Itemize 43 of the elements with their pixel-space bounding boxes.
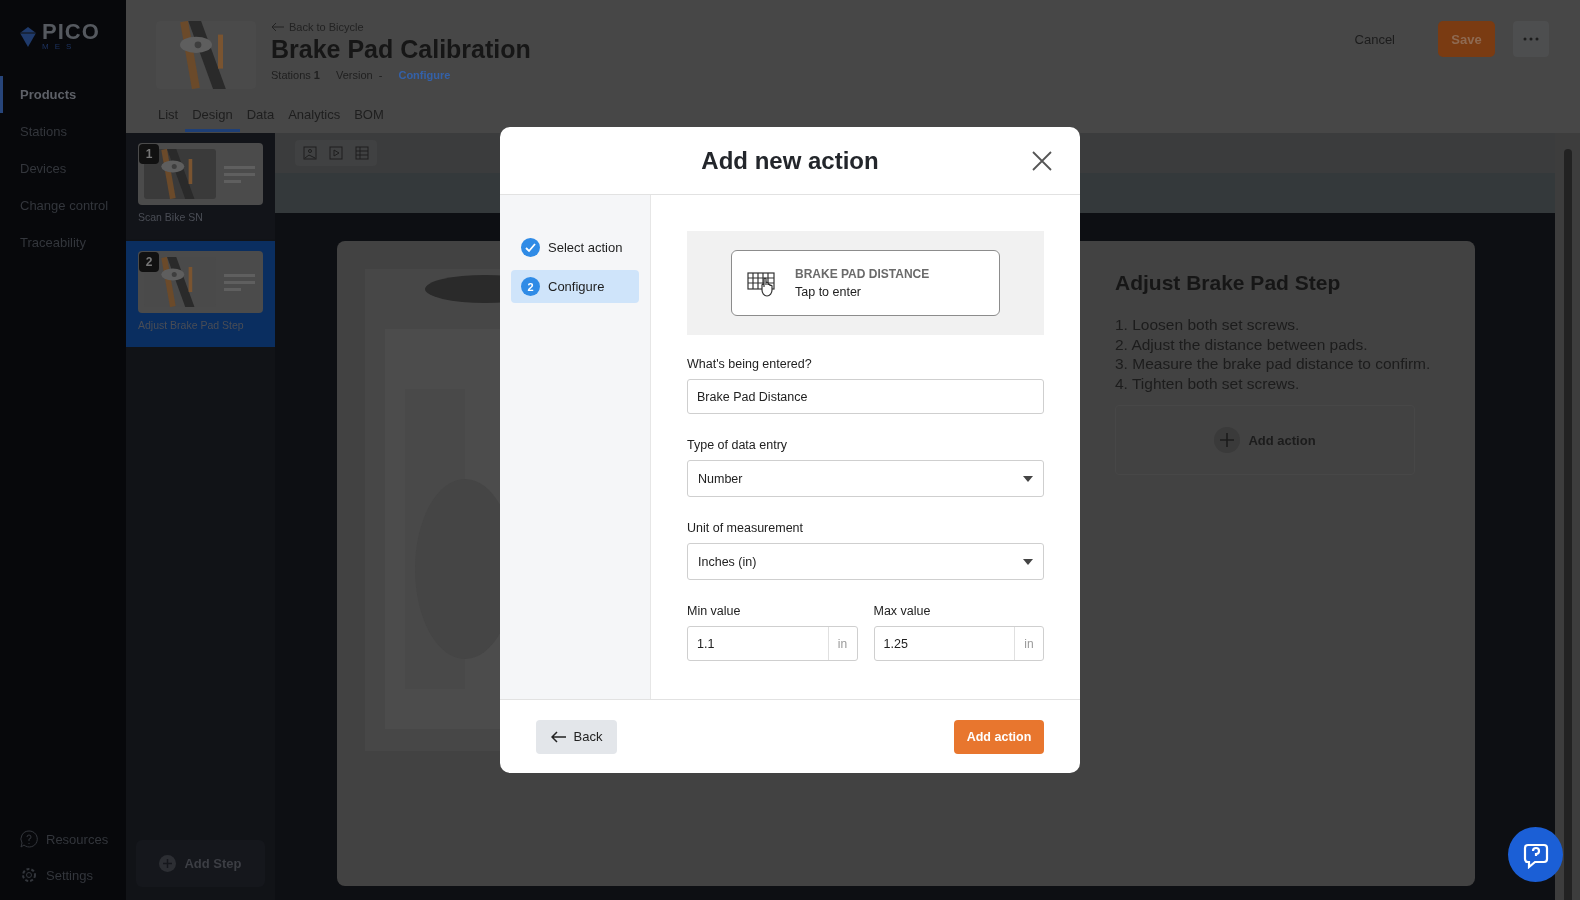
- stepper-item[interactable]: Select action: [511, 231, 639, 264]
- add-action-button[interactable]: Add action: [954, 719, 1044, 754]
- field-label: Min value: [687, 604, 742, 618]
- field-label: Type of data entry: [687, 438, 789, 452]
- more-icon: [1523, 37, 1539, 41]
- logo-name: PICO: [42, 19, 100, 44]
- field-label: Max value: [873, 604, 932, 618]
- step-number: 2: [139, 252, 159, 272]
- step-item[interactable]: 2 Adjust Brake Pad Step: [126, 241, 275, 347]
- caret-icon: [1023, 558, 1033, 565]
- help-icon: [20, 830, 38, 848]
- plus-icon: [1214, 427, 1241, 453]
- step-number: 1: [139, 144, 159, 164]
- stepper-item[interactable]: 2 Configure: [511, 270, 639, 303]
- configure-link[interactable]: Configure: [398, 69, 451, 81]
- image-icon[interactable]: [303, 146, 317, 160]
- logo-tag: MES: [42, 43, 100, 51]
- entry-subtitle: Tap to enter: [795, 285, 862, 299]
- table-icon[interactable]: [355, 146, 369, 160]
- dropdown[interactable]: Inches (in): [687, 543, 1044, 580]
- settings-icon: [20, 866, 38, 884]
- step-label: Adjust Brake Pad Step: [138, 319, 245, 331]
- step-label: Scan Bike SN: [138, 211, 204, 223]
- dropdown[interactable]: Number: [687, 460, 1044, 497]
- caret-icon: [1023, 475, 1033, 482]
- more-button[interactable]: [1513, 21, 1549, 57]
- back-button[interactable]: Back: [536, 719, 617, 754]
- number-field[interactable]: 1.25 in: [873, 626, 1044, 661]
- plus-icon: [159, 855, 177, 872]
- entry-title: BRAKE PAD DISTANCE: [795, 267, 930, 281]
- save-button[interactable]: Save: [1438, 21, 1495, 57]
- entry-card[interactable]: BRAKE PAD DISTANCE Tap to enter: [731, 250, 1000, 316]
- arrow-left-icon: [550, 730, 567, 743]
- number-field[interactable]: 1.1 in: [687, 626, 858, 661]
- text-field[interactable]: Brake Pad Distance: [687, 379, 1044, 414]
- step-number: 2: [521, 277, 540, 296]
- logo-icon: [18, 26, 38, 48]
- field-label: Unit of measurement: [687, 521, 805, 535]
- check-icon: [521, 238, 540, 257]
- field-label: What's being entered?: [687, 357, 813, 371]
- video-icon[interactable]: [329, 146, 343, 160]
- dialog-title: Add new action: [701, 146, 879, 175]
- arrow-left-icon: [271, 22, 285, 32]
